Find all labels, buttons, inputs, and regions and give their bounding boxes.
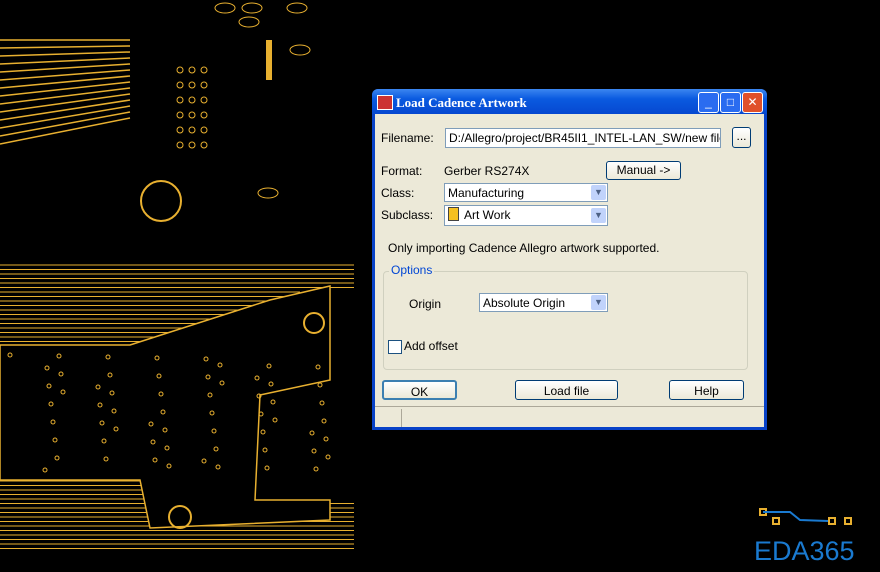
- title-bar[interactable]: Load Cadence Artwork _ □ ✕: [372, 89, 767, 114]
- pcb-pad: [325, 454, 331, 460]
- pcb-pad: [272, 417, 278, 423]
- pcb-pad: [200, 96, 208, 104]
- status-bar: [375, 406, 764, 428]
- filename-label: Filename:: [381, 131, 434, 145]
- pcb-pad: [844, 517, 852, 525]
- pcb-pad: [311, 448, 317, 454]
- pcb-trace: [0, 51, 131, 57]
- pcb-pad: [321, 418, 327, 424]
- support-note: Only importing Cadence Allegro artwork s…: [388, 241, 660, 255]
- chevron-down-icon[interactable]: ▼: [591, 208, 606, 223]
- pcb-pad: [262, 447, 268, 453]
- maximize-button[interactable]: □: [720, 92, 741, 113]
- pcb-trace: [0, 117, 131, 145]
- pcb-pad: [260, 429, 266, 435]
- pcb-pad: [313, 466, 319, 472]
- origin-select[interactable]: Absolute Origin ▼: [479, 293, 608, 312]
- add-offset-label[interactable]: Add offset: [404, 339, 458, 353]
- filename-input[interactable]: D:/Allegro/project/BR45II1_INTEL-LAN_SW/…: [445, 128, 721, 148]
- pcb-pad: [319, 400, 325, 406]
- color-swatch-icon: [448, 207, 459, 221]
- pcb-pad: [188, 81, 196, 89]
- pcb-pad: [188, 111, 196, 119]
- pcb-pad: [176, 111, 184, 119]
- class-label: Class:: [381, 186, 415, 200]
- pcb-pad: [270, 399, 276, 405]
- pcb-pad: [238, 16, 260, 28]
- app-icon: [377, 95, 393, 110]
- pcb-pad: [176, 126, 184, 134]
- pcb-pad: [140, 180, 182, 222]
- format-label: Format:: [381, 164, 423, 178]
- pcb-pad: [176, 96, 184, 104]
- pcb-pad: [176, 81, 184, 89]
- eda365-watermark-logo: EDA365: [754, 536, 855, 566]
- chevron-down-icon[interactable]: ▼: [591, 185, 606, 200]
- origin-label: Origin: [409, 297, 442, 311]
- load-cadence-artwork-dialog: Load Cadence Artwork _ □ ✕ Filename: D:/…: [372, 89, 767, 430]
- pcb-pad: [0, 285, 331, 529]
- pcb-pad: [289, 44, 311, 56]
- pcb-pad: [828, 517, 836, 525]
- pcb-pad: [264, 465, 270, 471]
- pcb-pad: [188, 66, 196, 74]
- pcb-trace: [0, 81, 131, 97]
- dialog-body: Filename: D:/Allegro/project/BR45II1_INT…: [375, 114, 764, 427]
- class-value: Manufacturing: [448, 186, 525, 200]
- pcb-trace: [0, 45, 131, 49]
- manual-button[interactable]: Manual ->: [606, 161, 681, 180]
- pcb-pad: [200, 81, 208, 89]
- pcb-pad: [257, 187, 279, 199]
- subclass-label: Subclass:: [381, 208, 434, 222]
- ok-button[interactable]: OK: [382, 380, 457, 400]
- dialog-title: Load Cadence Artwork: [396, 95, 527, 110]
- pcb-pad: [188, 141, 196, 149]
- pcb-pad: [200, 111, 208, 119]
- options-group: Options Origin Absolute Origin ▼ Add offs…: [383, 263, 748, 370]
- load-file-button[interactable]: Load file: [515, 380, 618, 400]
- pcb-pad: [241, 2, 263, 14]
- pcb-pad: [176, 141, 184, 149]
- pcb-pad: [214, 2, 236, 14]
- help-button[interactable]: Help: [669, 380, 744, 400]
- pcb-pad: [317, 382, 323, 388]
- pcb-trace: [0, 57, 131, 65]
- pcb-pad: [200, 141, 208, 149]
- options-title: Options: [389, 263, 435, 277]
- format-value: Gerber RS274X: [444, 164, 530, 178]
- pcb-pad: [200, 66, 208, 74]
- pcb-pad: [188, 126, 196, 134]
- close-button[interactable]: ✕: [742, 92, 763, 113]
- pcb-pad: [323, 436, 329, 442]
- pcb-pad: [188, 96, 196, 104]
- subclass-select[interactable]: Art Work ▼: [444, 205, 608, 226]
- minimize-button[interactable]: _: [698, 92, 719, 113]
- pcb-pad: [176, 66, 184, 74]
- subclass-value: Art Work: [464, 208, 511, 222]
- class-select[interactable]: Manufacturing ▼: [444, 183, 608, 202]
- origin-value: Absolute Origin: [483, 296, 566, 310]
- pcb-pad: [286, 2, 308, 14]
- pcb-pad: [772, 517, 780, 525]
- pcb-pad: [309, 430, 315, 436]
- add-offset-checkbox[interactable]: [388, 340, 402, 354]
- pcb-pad: [200, 126, 208, 134]
- browse-button[interactable]: ...: [732, 127, 751, 148]
- chevron-down-icon[interactable]: ▼: [591, 295, 606, 310]
